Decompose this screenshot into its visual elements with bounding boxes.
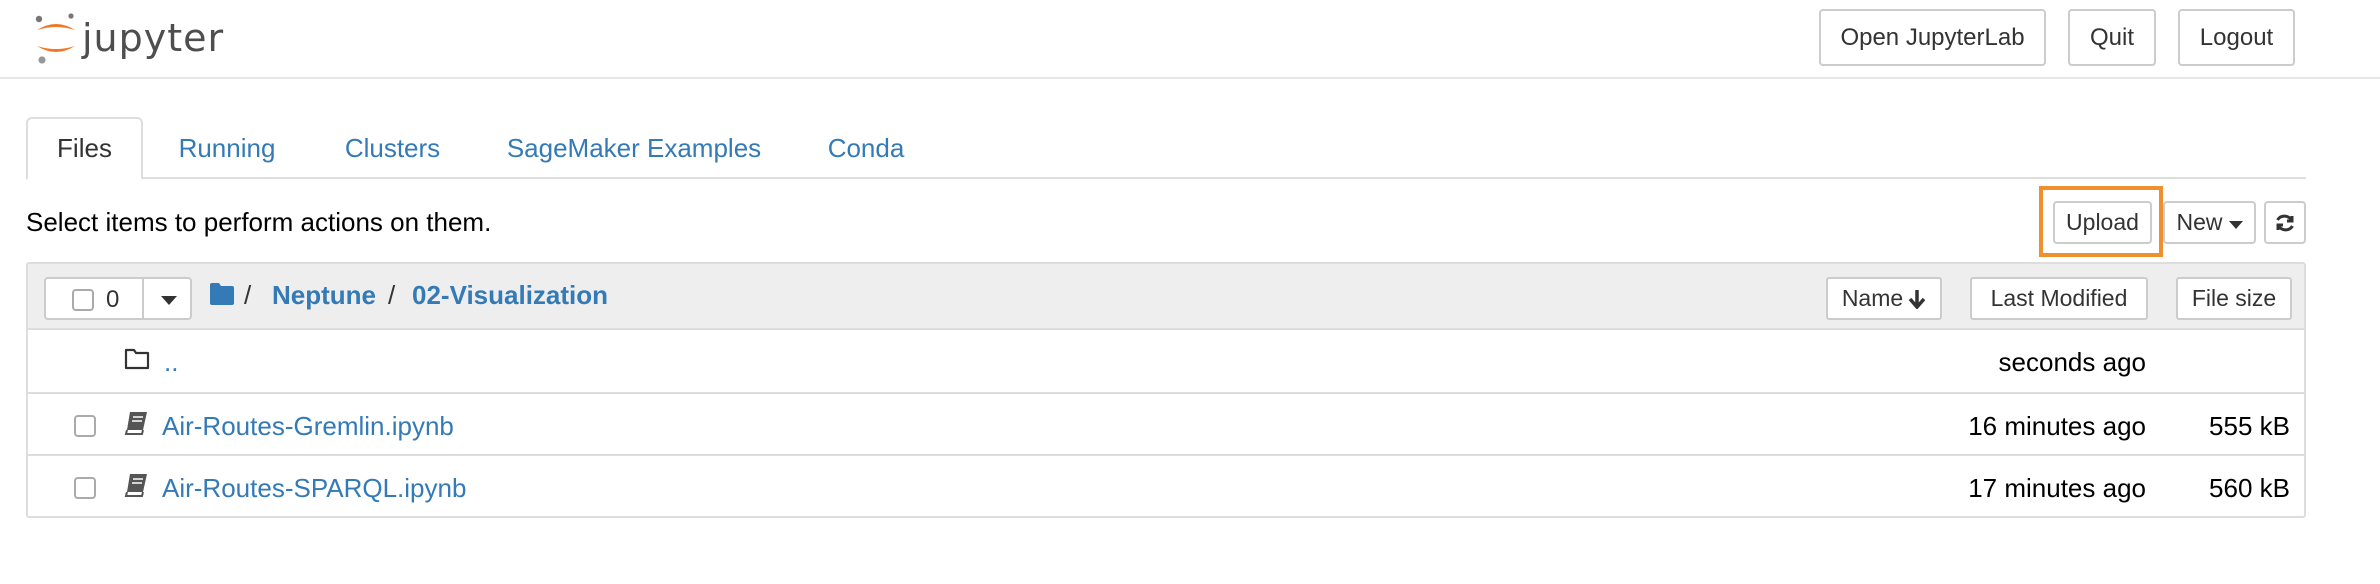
breadcrumb-neptune[interactable]: Neptune bbox=[272, 279, 376, 311]
breadcrumb-separator: / bbox=[244, 280, 252, 310]
tab-clusters[interactable]: Clusters bbox=[330, 117, 455, 179]
file-last-modified: 16 minutes ago bbox=[1968, 411, 2146, 441]
list-item[interactable]: Air-Routes-SPARQL.ipynb 17 minutes ago 5… bbox=[28, 454, 2304, 516]
list-item[interactable]: .. seconds ago bbox=[28, 330, 2304, 392]
refresh-button[interactable] bbox=[2264, 201, 2306, 244]
notebook-icon bbox=[124, 474, 147, 497]
list-item[interactable]: Air-Routes-Gremlin.ipynb 16 minutes ago … bbox=[28, 392, 2304, 454]
logout-button[interactable]: Logout bbox=[2178, 9, 2295, 66]
notebook-icon bbox=[124, 412, 147, 435]
select-all-control: 0 bbox=[44, 277, 192, 320]
tab-running[interactable]: Running bbox=[162, 117, 292, 179]
new-dropdown-button[interactable]: New bbox=[2163, 201, 2256, 244]
new-button-label: New bbox=[2176, 209, 2223, 235]
sort-by-name-button[interactable]: Name bbox=[1826, 277, 1942, 320]
file-list-header: 0 / Neptune / 02-Visualization Name Last… bbox=[28, 264, 2304, 330]
refresh-icon bbox=[2276, 214, 2294, 231]
selected-count: 0 bbox=[106, 286, 120, 313]
file-size: 555 kB bbox=[2209, 411, 2290, 441]
select-divider bbox=[142, 279, 144, 318]
header-bar: jupyter Open JupyterLab Quit Logout bbox=[0, 0, 2380, 79]
jupyter-logo-icon bbox=[35, 13, 75, 64]
file-list: 0 / Neptune / 02-Visualization Name Last… bbox=[26, 262, 2306, 518]
file-name-link[interactable]: .. bbox=[164, 346, 178, 378]
row-checkbox[interactable] bbox=[74, 415, 96, 437]
row-checkbox[interactable] bbox=[74, 477, 96, 499]
selection-instructions: Select items to perform actions on them. bbox=[26, 207, 492, 237]
sort-by-last-modified-button[interactable]: Last Modified bbox=[1970, 277, 2148, 320]
file-last-modified: 17 minutes ago bbox=[1968, 473, 2146, 503]
select-menu-chevron-down-icon[interactable] bbox=[161, 296, 177, 305]
sort-name-label: Name bbox=[1841, 285, 1904, 311]
file-size: 560 kB bbox=[2209, 473, 2290, 503]
folder-open-icon bbox=[124, 348, 150, 370]
upload-button[interactable]: Upload bbox=[2053, 201, 2152, 244]
open-jupyterlab-button[interactable]: Open JupyterLab bbox=[1819, 9, 2046, 66]
tab-files[interactable]: Files bbox=[26, 117, 143, 180]
breadcrumb-02-visualization[interactable]: 02-Visualization bbox=[412, 279, 608, 311]
chevron-down-icon bbox=[2228, 220, 2243, 229]
breadcrumb-separator: / bbox=[388, 280, 396, 310]
file-last-modified: seconds ago bbox=[1998, 347, 2146, 377]
arrow-down-icon bbox=[1908, 289, 1926, 309]
quit-button[interactable]: Quit bbox=[2068, 9, 2156, 66]
logo-text: jupyter bbox=[82, 16, 225, 60]
select-all-checkbox[interactable] bbox=[72, 289, 94, 311]
tab-sagemaker-examples[interactable]: SageMaker Examples bbox=[492, 117, 776, 179]
tab-conda[interactable]: Conda bbox=[812, 117, 920, 179]
jupyter-logo[interactable]: jupyter bbox=[34, 8, 224, 68]
folder-icon[interactable] bbox=[209, 282, 235, 306]
file-name-link[interactable]: Air-Routes-Gremlin.ipynb bbox=[162, 410, 454, 442]
sort-by-file-size-button[interactable]: File size bbox=[2176, 277, 2292, 320]
file-name-link[interactable]: Air-Routes-SPARQL.ipynb bbox=[162, 472, 466, 504]
